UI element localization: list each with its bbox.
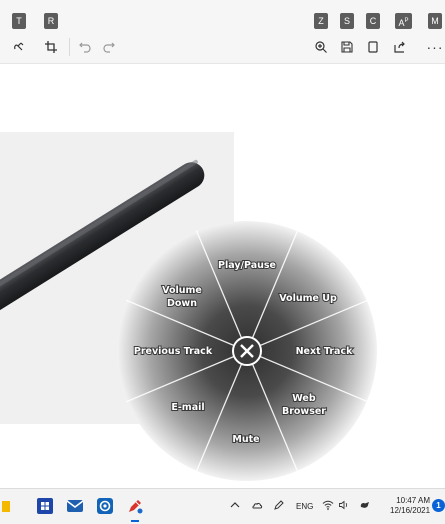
wifi-icon[interactable] (322, 498, 334, 510)
pen-icon[interactable] (273, 498, 285, 510)
keytip-touch-writing: T (12, 13, 26, 29)
touch-writing-icon[interactable] (10, 38, 28, 56)
radial-item-volume-down-line1: Volume (162, 285, 202, 296)
zoom-icon[interactable] (312, 38, 330, 56)
onedrive-cloud-icon[interactable] (251, 498, 263, 510)
notification-badge[interactable]: 1 (432, 499, 445, 512)
battery-icon[interactable] (359, 498, 371, 510)
more-options-icon[interactable]: ··· (426, 38, 444, 56)
radial-item-email[interactable]: E-mail (170, 401, 205, 414)
keytip-more: M (428, 13, 442, 29)
save-icon[interactable] (338, 38, 356, 56)
clock-date: 12/16/2021 (390, 506, 431, 515)
start-icon[interactable] (36, 497, 54, 515)
radial-item-play-pause[interactable]: Play/Pause (217, 259, 277, 272)
language-indicator[interactable]: ENG (296, 502, 313, 511)
keytip-copy: C (366, 13, 380, 29)
radial-item-volume-up[interactable]: Volume Up (278, 292, 338, 305)
share-icon[interactable] (391, 38, 409, 56)
radial-item-previous-track[interactable]: Previous Track (133, 345, 214, 358)
keytip-save: S (340, 13, 354, 29)
keytip-zoom: Z (314, 13, 328, 29)
radial-item-web-browser-line1: Web (292, 393, 316, 404)
toolbar-divider (69, 38, 70, 56)
toolbar: T R Z S C AP M ··· (0, 0, 445, 64)
radial-item-web-browser-line2: Browser (282, 406, 326, 417)
taskbar: ENG 10:47 AM 12/16/2021 1 (0, 488, 445, 524)
clock-time: 10:47 AM (396, 496, 430, 505)
radial-item-volume-down-line2: Down (167, 298, 197, 309)
redo-icon[interactable] (100, 38, 118, 56)
copy-icon[interactable] (364, 38, 382, 56)
keytip-share: AP (395, 13, 412, 29)
mail-icon[interactable] (66, 497, 84, 515)
keytip-crop: R (44, 13, 58, 29)
active-app-indicator (131, 520, 139, 522)
volume-icon[interactable] (338, 498, 350, 510)
radial-item-mute[interactable]: Mute (231, 433, 260, 446)
radial-menu-close-button[interactable] (232, 336, 262, 366)
system-clock[interactable]: 10:47 AM 12/16/2021 (390, 496, 430, 516)
chevron-up-icon[interactable] (229, 498, 241, 510)
keytip-share-sub: P (404, 18, 409, 24)
radial-item-next-track[interactable]: Next Track (295, 345, 355, 358)
crop-icon[interactable] (42, 38, 60, 56)
dell-app-icon[interactable] (96, 497, 114, 515)
file-explorer-icon[interactable] (2, 497, 10, 515)
undo-icon[interactable] (76, 38, 94, 56)
pen-settings-icon[interactable] (126, 497, 144, 515)
pen-radial-menu: Play/Pause Volume Up Next Track Web Brow… (116, 220, 378, 482)
